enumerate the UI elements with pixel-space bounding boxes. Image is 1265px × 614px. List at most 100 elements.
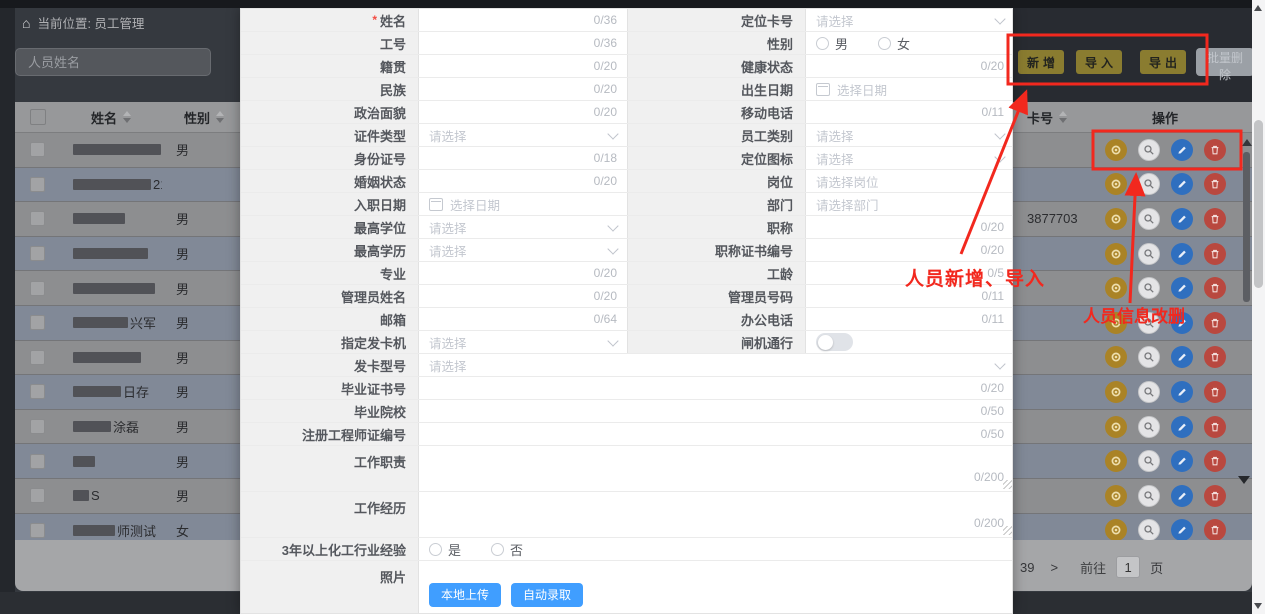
sort-icon[interactable] xyxy=(216,111,224,123)
delete-button[interactable] xyxy=(1204,381,1226,403)
edit-button[interactable] xyxy=(1171,312,1193,334)
issue-card-button[interactable] xyxy=(1105,243,1127,265)
row-checkbox[interactable] xyxy=(30,211,45,226)
delete-button[interactable] xyxy=(1204,416,1226,438)
row-checkbox[interactable] xyxy=(30,488,45,503)
major-input[interactable]: 0/20 xyxy=(419,262,627,284)
edit-button[interactable] xyxy=(1171,416,1193,438)
inner-scroll-down-icon[interactable] xyxy=(1238,476,1250,484)
issue-card-button[interactable] xyxy=(1105,416,1127,438)
highest-education-select[interactable]: 请选择 xyxy=(419,239,627,261)
view-button[interactable] xyxy=(1138,312,1160,334)
delete-button[interactable] xyxy=(1204,450,1226,472)
diploma-no-input[interactable]: 0/20 xyxy=(419,377,1013,399)
row-checkbox[interactable] xyxy=(30,523,45,538)
search-input[interactable] xyxy=(15,48,211,76)
delete-button[interactable] xyxy=(1204,519,1226,540)
id-type-select[interactable]: 请选择 xyxy=(419,124,627,146)
scrollbar-thumb[interactable] xyxy=(1254,120,1263,288)
name-input[interactable]: 0/36 xyxy=(419,9,627,31)
delete-button[interactable] xyxy=(1204,346,1226,368)
select-all-checkbox[interactable] xyxy=(30,109,46,125)
chem-exp-3y-radio-option[interactable]: 否 xyxy=(491,540,523,559)
id-number-input[interactable]: 0/18 xyxy=(419,147,627,169)
issue-card-button[interactable] xyxy=(1105,450,1127,472)
edit-button[interactable] xyxy=(1171,485,1193,507)
issue-card-button[interactable] xyxy=(1105,277,1127,299)
title-input[interactable]: 0/20 xyxy=(806,216,1013,238)
birth-date-datepicker[interactable]: 选择日期 xyxy=(806,78,1013,100)
card-issuer-select[interactable]: 请选择 xyxy=(419,331,627,353)
inner-scroll-up-icon[interactable] xyxy=(1242,139,1252,146)
row-checkbox[interactable] xyxy=(30,315,45,330)
edit-button[interactable] xyxy=(1171,208,1193,230)
department-select[interactable]: 请选择部门 xyxy=(806,193,1013,215)
issue-card-button[interactable] xyxy=(1105,381,1127,403)
column-header-card[interactable]: 卡号 xyxy=(1013,108,1090,127)
row-checkbox[interactable] xyxy=(30,350,45,365)
admin-name-input[interactable]: 0/20 xyxy=(419,285,627,307)
graduate-school-input[interactable]: 0/50 xyxy=(419,400,1013,422)
gender-radio-option[interactable]: 男 xyxy=(816,34,848,53)
issue-card-button[interactable] xyxy=(1105,346,1127,368)
hire-date-datepicker[interactable]: 选择日期 xyxy=(419,193,627,215)
issue-card-button[interactable] xyxy=(1105,485,1127,507)
delete-button[interactable] xyxy=(1204,139,1226,161)
goto-page-input[interactable] xyxy=(1116,556,1140,578)
native-place-input[interactable]: 0/20 xyxy=(419,55,627,77)
auto-capture-button[interactable]: 自动录取 xyxy=(511,583,583,607)
work-years-input[interactable]: 0/5 xyxy=(806,262,1013,284)
page-scrollbar[interactable] xyxy=(1252,0,1265,614)
batch-delete-button[interactable]: 批量删除 xyxy=(1196,48,1254,76)
row-checkbox[interactable] xyxy=(30,419,45,434)
view-button[interactable] xyxy=(1138,381,1160,403)
marital-status-input[interactable]: 0/20 xyxy=(419,170,627,192)
sort-icon[interactable] xyxy=(1059,111,1067,123)
page-number-button[interactable]: 39 xyxy=(1020,560,1034,575)
scroll-down-icon[interactable] xyxy=(1254,603,1262,609)
title-cert-no-input[interactable]: 0/20 xyxy=(806,239,1013,261)
view-button[interactable] xyxy=(1138,277,1160,299)
job-number-input[interactable]: 0/36 xyxy=(419,32,627,54)
issue-card-button[interactable] xyxy=(1105,173,1127,195)
issue-card-button[interactable] xyxy=(1105,519,1127,540)
delete-button[interactable] xyxy=(1204,208,1226,230)
ethnicity-input[interactable]: 0/20 xyxy=(419,78,627,100)
delete-button[interactable] xyxy=(1204,312,1226,334)
locate-card-no-select[interactable]: 请选择 xyxy=(806,9,1013,31)
view-button[interactable] xyxy=(1138,485,1160,507)
view-button[interactable] xyxy=(1138,208,1160,230)
card-model-select[interactable]: 请选择 xyxy=(419,354,1013,376)
view-button[interactable] xyxy=(1138,519,1160,540)
job-duty-textarea[interactable]: 0/200 xyxy=(419,446,1013,491)
locate-icon-select[interactable]: 请选择 xyxy=(806,147,1013,169)
edit-button[interactable] xyxy=(1171,173,1193,195)
column-header-gender[interactable]: 性别 xyxy=(162,108,246,127)
view-button[interactable] xyxy=(1138,139,1160,161)
political-status-input[interactable]: 0/20 xyxy=(419,101,627,123)
gender-radio-option[interactable]: 女 xyxy=(878,34,910,53)
mobile-phone-input[interactable]: 0/11 xyxy=(806,101,1013,123)
local-upload-button[interactable]: 本地上传 xyxy=(429,583,501,607)
view-button[interactable] xyxy=(1138,450,1160,472)
highest-degree-select[interactable]: 请选择 xyxy=(419,216,627,238)
add-button[interactable]: 新增 xyxy=(1018,50,1064,74)
edit-button[interactable] xyxy=(1171,346,1193,368)
row-checkbox[interactable] xyxy=(30,281,45,296)
edit-button[interactable] xyxy=(1171,381,1193,403)
view-button[interactable] xyxy=(1138,243,1160,265)
view-button[interactable] xyxy=(1138,416,1160,438)
health-status-input[interactable]: 0/20 xyxy=(806,55,1013,77)
admin-number-input[interactable]: 0/11 xyxy=(806,285,1013,307)
row-checkbox[interactable] xyxy=(30,177,45,192)
edit-button[interactable] xyxy=(1171,277,1193,299)
edit-button[interactable] xyxy=(1171,450,1193,472)
row-checkbox[interactable] xyxy=(30,454,45,469)
registered-engineer-no-input[interactable]: 0/50 xyxy=(419,423,1013,445)
import-button[interactable]: 导入 xyxy=(1076,50,1122,74)
issue-card-button[interactable] xyxy=(1105,208,1127,230)
delete-button[interactable] xyxy=(1204,173,1226,195)
row-checkbox[interactable] xyxy=(30,246,45,261)
delete-button[interactable] xyxy=(1204,277,1226,299)
issue-card-button[interactable] xyxy=(1105,312,1127,334)
